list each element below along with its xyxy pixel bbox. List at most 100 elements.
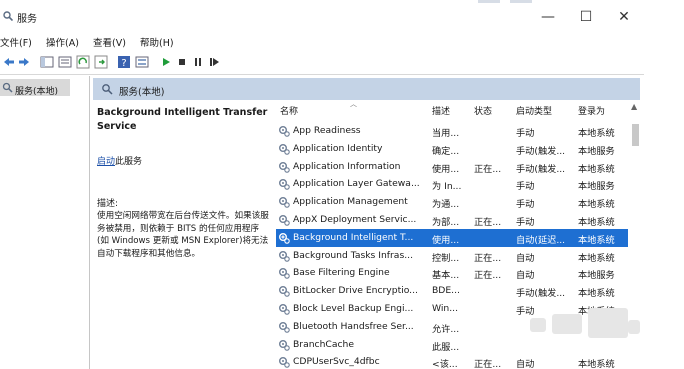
service-startup-type: 手动(触发... [516,145,566,157]
title-bar: 服务 — ☐ ✕ [0,0,684,32]
service-startup-type: 手动 [516,128,535,139]
column-header-description[interactable]: 描述 [432,104,450,117]
service-description: 当用... [432,128,460,139]
service-description: 使用... [432,163,460,175]
service-gear-icon [278,143,290,155]
service-name: App Readiness [293,125,361,136]
service-startup-type: 自动 [516,252,535,264]
minimize-button[interactable]: — [528,4,568,30]
scroll-up-icon[interactable]: ▲ [631,102,637,111]
back-icon[interactable] [2,55,16,69]
services-icon [102,84,113,95]
service-gear-icon [278,267,290,280]
restart-icon[interactable] [207,55,221,69]
column-header-name[interactable]: 名称 ︿ [280,100,357,117]
service-gear-icon [278,232,290,244]
column-header-log-on-as[interactable]: 登录为 [578,104,605,117]
pause-icon[interactable] [191,55,205,69]
header-title: 服务(本地) [119,87,165,98]
start-service-line: 启动此服务 [97,154,142,167]
service-description: 为通... [432,199,460,211]
service-description: 控制... [432,252,460,264]
service-log-on-as: 本地服务 [578,145,615,157]
service-description: 允许... [432,323,460,335]
maximize-button[interactable]: ☐ [566,4,606,30]
service-name: Application Management [293,196,408,208]
service-name: BranchCache [293,338,354,350]
service-gear-icon [278,125,290,137]
service-status: 正在... [474,216,502,228]
service-row[interactable]: Application Layer Gatewa... 为 In... 手动 本地服务 [276,175,628,193]
service-name: Background Intelligent T... [293,231,414,243]
service-status: 正在... [474,163,502,175]
service-startup-type: 手动(触发... [516,288,566,300]
properties-icon[interactable] [58,55,72,69]
service-gear-icon [278,356,290,369]
menu-action[interactable]: 操作(A) [46,35,79,49]
service-row[interactable]: BitLocker Drive Encryptio... BDE... 手动(触发.… [276,282,628,300]
service-row[interactable]: AppX Deployment Servic... 为部... 正在... 手动 本地系… [276,211,628,229]
refresh-icon[interactable] [76,55,90,69]
service-gear-icon [278,321,290,333]
service-name: Bluetooth Handsfree Ser... [293,320,414,332]
service-description: 此服... [432,341,460,353]
service-description-pane: Background Intelligent Transfer Service … [97,106,269,259]
services-header: 服务(本地) [93,78,640,100]
service-status: 正在... [474,359,502,369]
service-row[interactable]: CDPUserSvc_4dfbc <该... 正在... 自动 本地系统 [276,353,628,369]
service-row[interactable]: App Readiness 当用... 手动 本地系统 [276,122,628,140]
service-description: 使用... [432,234,460,246]
service-log-on-as: 本地服务 [578,181,615,193]
service-startup-type: 手动 [516,181,535,193]
menu-help[interactable]: 帮助(H) [140,35,174,49]
service-description: 基本... [432,270,460,282]
service-name: Application Information [293,160,401,172]
column-header-status[interactable]: 状态 [474,104,492,117]
service-row[interactable]: Application Management 为通... 手动 本地系统 [276,193,628,211]
start-icon[interactable] [159,55,173,69]
service-row[interactable]: Background Tasks Infras... 控制... 正在... 自动 本地… [276,247,628,265]
menu-file[interactable]: 文件(F) [0,35,32,49]
service-startup-type: 手动 [516,216,535,228]
start-service-suffix: 此服务 [115,157,143,167]
service-name: Background Tasks Infras... [293,249,413,261]
stop-icon[interactable] [175,55,189,69]
service-gear-icon [278,339,290,351]
forward-icon[interactable] [17,55,31,69]
service-description: 确定... [432,145,460,157]
service-row[interactable]: Application Identity 确定... 手动(触发... 本地服务 [276,140,628,158]
view-icon[interactable] [135,55,149,69]
service-log-on-as: 本地系统 [578,199,615,211]
selected-service-title: Background Intelligent Transfer Service [97,107,268,132]
service-startup-type: 手动 [516,199,535,211]
scrollbar-thumb[interactable] [632,124,639,146]
service-log-on-as: 本地系统 [578,234,615,246]
help-icon[interactable]: ? [117,55,131,69]
service-name: BitLocker Drive Encryptio... [293,285,418,297]
service-log-on-as: 本地系统 [578,252,615,264]
export-icon[interactable] [94,55,108,69]
service-startup-type: 自动 [516,270,535,282]
service-startup-type: 自动 [516,359,535,369]
service-status: 正在... [474,270,502,282]
service-gear-icon [278,178,290,191]
start-service-link[interactable]: 启动 [97,157,115,167]
right-margin [644,33,684,369]
blurred-watermark [530,300,640,348]
service-name: Base Filtering Engine [293,267,390,279]
service-log-on-as: 本地系统 [578,216,615,228]
window-title: 服务 [17,14,37,25]
close-button[interactable]: ✕ [604,4,644,30]
service-row[interactable]: Application Information 使用... 正在... 手动(触发..… [276,158,628,176]
column-header-startup-type[interactable]: 启动类型 [516,104,552,117]
service-startup-type: 自动(延迟... [516,234,566,246]
service-gear-icon [278,285,290,297]
console-tree-icon[interactable] [40,55,54,69]
service-row[interactable]: Base Filtering Engine 基本... 正在... 自动 本地服务 [276,264,628,282]
service-status: 正在... [474,252,502,264]
tree-item-services-local[interactable]: 服务(本地) [0,79,70,97]
taskbar-strip [510,0,532,3]
service-log-on-as: 本地系统 [578,163,615,175]
service-row[interactable]: Background Intelligent T... 使用... 自动(延迟...… [276,228,628,247]
menu-view[interactable]: 查看(V) [93,35,126,49]
